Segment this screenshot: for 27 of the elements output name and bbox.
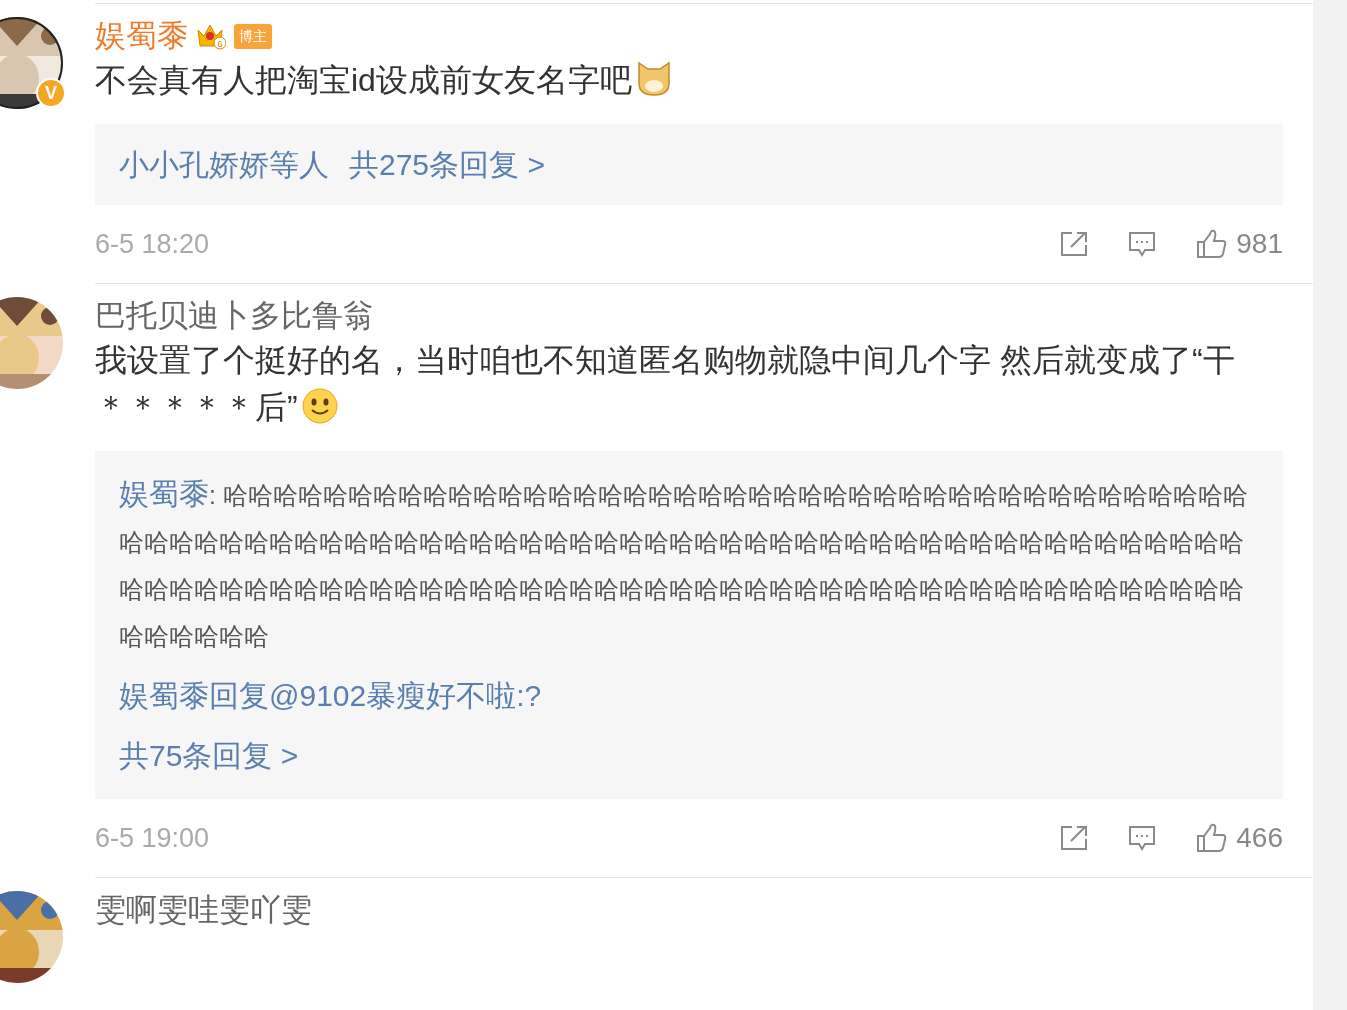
- username[interactable]: 娱蜀黍: [95, 12, 188, 60]
- like-count: 466: [1236, 821, 1283, 855]
- comment-text: 不会真有人把淘宝id设成前女友名字吧: [95, 57, 1283, 104]
- share-icon[interactable]: [1060, 231, 1089, 257]
- reply-users[interactable]: 小小孔娇娇等人: [119, 142, 329, 187]
- thumbs-up-icon[interactable]: [1196, 823, 1229, 853]
- comment-icon[interactable]: [1128, 824, 1157, 852]
- timestamp: 6-5 18:20: [95, 227, 210, 261]
- thumbs-up-icon[interactable]: [1196, 229, 1229, 259]
- timestamp: 6-5 19:00: [95, 821, 210, 855]
- username[interactable]: 巴托贝迪卜多比鲁翁: [95, 292, 374, 340]
- crown-icon: 6: [196, 22, 226, 50]
- comment-text: 我设置了个挺好的名，当时咱也不知道匿名购物就隐中间几个字 然后就变成了“干＊＊＊＊＊后”: [95, 341, 1236, 427]
- username[interactable]: 雯啊雯哇雯吖雯: [95, 886, 312, 934]
- blogger-badge: 博主: [234, 23, 272, 49]
- view-replies-link[interactable]: 共75条回复 >: [119, 733, 1259, 779]
- reply-text: 娱蜀黍: 哈哈哈哈哈哈哈哈哈哈哈哈哈哈哈哈哈哈哈哈哈哈哈哈哈哈哈哈哈哈哈哈哈哈哈哈哈哈哈哈哈哈哈哈哈哈哈哈哈哈哈哈哈哈哈哈哈哈哈哈哈哈哈哈哈哈哈哈哈哈哈哈哈哈哈哈哈哈哈哈哈哈哈哈哈哈哈哈哈哈哈哈哈哈哈哈哈哈哈哈哈哈哈哈哈哈哈哈哈哈哈哈哈哈哈哈哈哈哈哈哈哈哈哈哈哈哈哈哈哈哈哈哈哈哈哈哈: [119, 476, 1249, 652]
- username-link[interactable]: 娱蜀黍回复@9102暴瘦好不啦: [119, 679, 517, 712]
- reply-text: 娱蜀黍回复@9102暴瘦好不啦:?: [119, 678, 543, 714]
- smile-emoji-icon: [301, 388, 338, 424]
- view-replies-link[interactable]: 共275条回复 >: [349, 142, 545, 187]
- verified-badge: V: [36, 78, 66, 108]
- comment-icon[interactable]: [1128, 230, 1157, 258]
- username-link[interactable]: 娱蜀黍: [119, 477, 209, 510]
- share-icon[interactable]: [1060, 825, 1089, 851]
- like-count: 981: [1236, 227, 1283, 261]
- dog-emoji-icon: [635, 59, 672, 97]
